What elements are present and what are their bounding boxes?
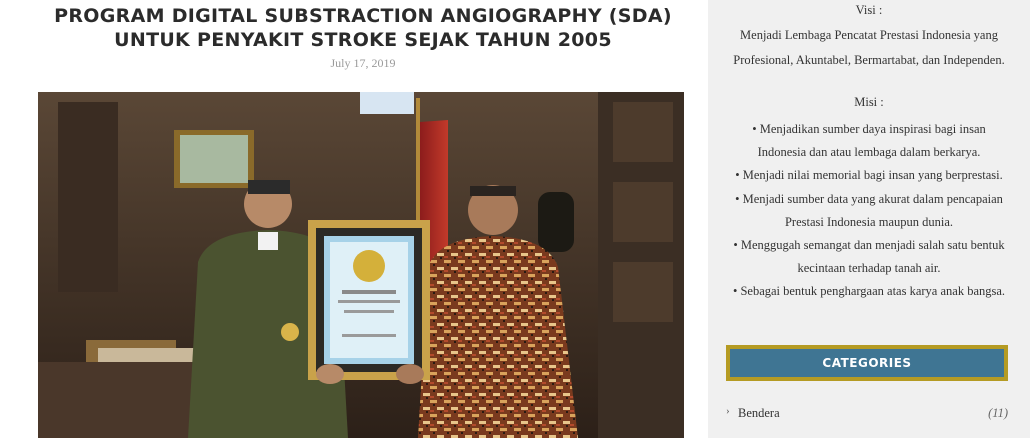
misi-line: • Menjadikan sumber daya inspirasi bagi …	[752, 122, 986, 136]
visi-line: Profesional, Akuntabel, Bermartabat, dan…	[733, 53, 1005, 67]
misi-line: • Sebagai bentuk penghargaan atas karya …	[732, 284, 1006, 299]
post-date: July 17, 2019	[330, 56, 396, 70]
category-item-bendera[interactable]: › Bendera (11)	[726, 404, 1008, 424]
misi-line: • Menggugah semangat dan menjadi salah s…	[733, 238, 1005, 253]
misi-title: Misi :	[854, 95, 884, 109]
featured-image	[38, 92, 684, 438]
main-content: PROGRAM DIGITAL SUBSTRACTION ANGIOGRAPHY…	[0, 0, 708, 438]
post-title-line-2[interactable]: UNTUK PENYAKIT STROKE SEJAK TAHUN 2005	[114, 29, 612, 51]
misi-list: • Menjadikan sumber daya inspirasi bagi …	[722, 118, 1016, 304]
misi-line: Prestasi Indonesia maupun dunia.	[784, 214, 954, 229]
visi-line: Menjadi Lembaga Pencatat Prestasi Indone…	[740, 28, 998, 42]
category-label[interactable]: Bendera	[738, 406, 780, 421]
misi-line: kecintaan terhadap tanah air.	[797, 261, 941, 276]
chevron-right-icon: ›	[726, 405, 730, 417]
visi-body: Menjadi Lembaga Pencatat Prestasi Indone…	[722, 23, 1016, 73]
categories-widget-header: CATEGORIES	[726, 345, 1008, 381]
misi-line: • Menjadi nilai memorial bagi insan yang…	[735, 168, 1003, 183]
misi-line: • Menjadi sumber data yang akurat dalam …	[735, 191, 1003, 206]
categories-title: CATEGORIES	[822, 356, 912, 370]
misi-line: Indonesia dan atau lembaga dalam berkary…	[757, 145, 981, 160]
category-count: (11)	[988, 406, 1008, 420]
visi-title: Visi :	[855, 3, 883, 17]
post-title-line-1[interactable]: PROGRAM DIGITAL SUBSTRACTION ANGIOGRAPHY…	[54, 5, 672, 27]
post-title[interactable]: PROGRAM DIGITAL SUBSTRACTION ANGIOGRAPHY…	[20, 4, 706, 52]
